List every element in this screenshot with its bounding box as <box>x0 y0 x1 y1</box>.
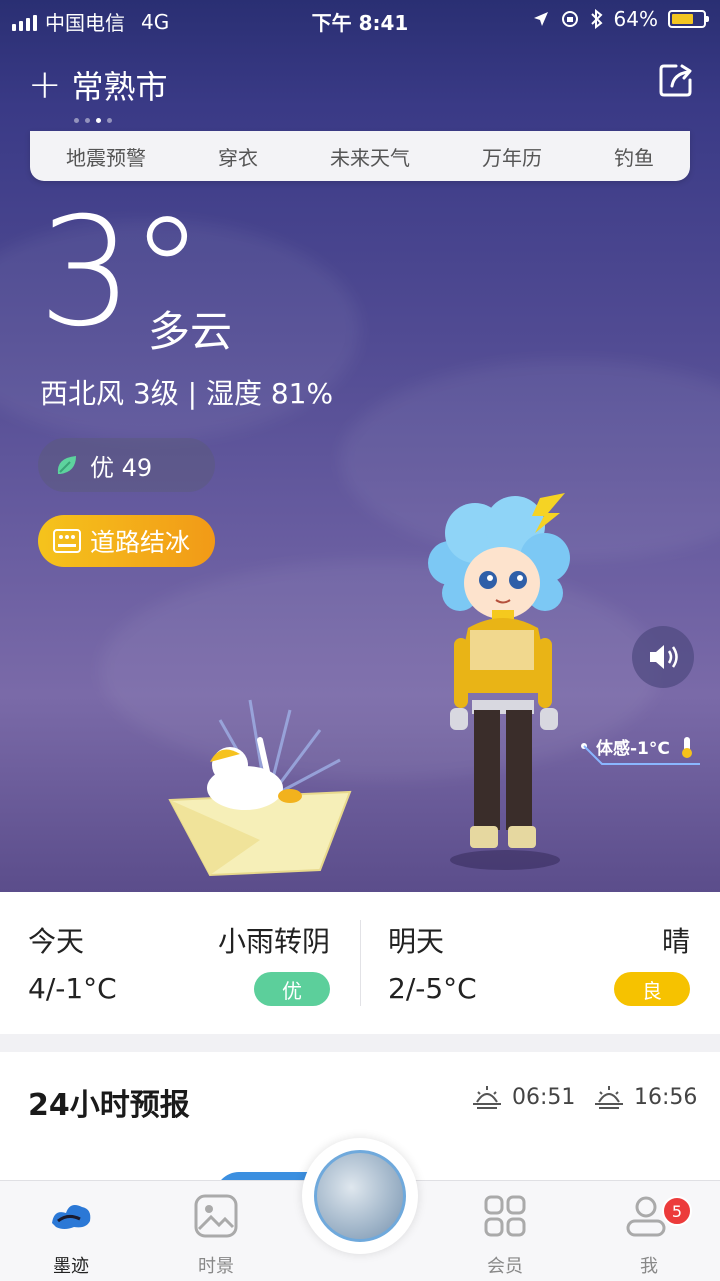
tomorrow-label: 明天 <box>388 925 445 958</box>
tomorrow-condition: 晴 <box>661 925 690 958</box>
notification-badge: 5 <box>662 1196 692 1226</box>
speaker-icon <box>650 645 678 669</box>
battery-percent: 64% <box>613 7 658 31</box>
cartoon-character <box>428 493 570 870</box>
today-aqi-badge: 优 <box>254 972 330 1006</box>
nav-me-label: 我 <box>640 1256 658 1277</box>
leaf-icon <box>57 456 76 474</box>
moji-logo-icon <box>52 1205 91 1229</box>
warning-label: 道路结冰 <box>90 528 191 557</box>
nav-scenery[interactable]: 时景 <box>171 1191 261 1278</box>
nav-member[interactable]: 会员 <box>460 1191 550 1278</box>
card-divider <box>360 920 361 1006</box>
sky-thumbnail <box>314 1150 406 1242</box>
today-summary[interactable]: 今天 小雨转阴 4/-1°C 优 <box>0 892 360 1034</box>
quick-link-fishing[interactable]: 钓鱼 <box>614 142 654 171</box>
sunrise-time: 06:51 <box>512 1084 576 1110</box>
photo-icon <box>194 1194 238 1238</box>
nav-scenery-label: 时景 <box>198 1256 234 1277</box>
center-scenery-button[interactable] <box>302 1138 418 1254</box>
boat-duck-illustration <box>168 699 352 877</box>
city-name[interactable]: 常熟市 <box>72 62 168 108</box>
aqi-pill[interactable]: 优 49 <box>38 438 215 492</box>
feels-like: 体感-1°C <box>596 734 698 759</box>
page-indicator <box>74 118 112 123</box>
location-arrow-icon <box>533 12 548 26</box>
wind-humidity: 西北风 3级 | 湿度 81% <box>40 377 334 410</box>
forecast-24h-title: 24小时预报 <box>28 1088 190 1123</box>
bluetooth-icon <box>590 9 603 29</box>
sunrise-icon <box>473 1086 501 1109</box>
quick-link-future-weather[interactable]: 未来天气 <box>330 142 410 171</box>
tomorrow-range: 2/-5°C <box>388 972 477 1005</box>
add-city-icon[interactable]: + <box>28 65 62 105</box>
aqi-label: 优 49 <box>90 453 153 482</box>
grid-icon <box>484 1195 526 1237</box>
tomorrow-summary[interactable]: 明天 晴 2/-5°C 良 <box>360 892 720 1034</box>
current-condition: 多云 <box>148 307 233 356</box>
warning-pill[interactable]: 道路结冰 <box>38 515 215 567</box>
sound-button[interactable] <box>632 626 694 688</box>
nav-moji-label: 墨迹 <box>53 1256 89 1277</box>
today-range: 4/-1°C <box>28 972 117 1005</box>
sunset-time: 16:56 <box>634 1084 698 1110</box>
battery-icon <box>668 10 709 28</box>
city-header[interactable]: + 常熟市 <box>28 62 168 108</box>
share-icon[interactable] <box>658 62 694 98</box>
today-condition: 小雨转阴 <box>217 925 330 958</box>
quick-link-clothing[interactable]: 穿衣 <box>218 142 258 171</box>
thermometer-icon <box>681 736 692 758</box>
nav-moji[interactable]: 墨迹 <box>26 1191 116 1278</box>
sunrise: 06:51 <box>472 1084 575 1110</box>
sunset: 16:56 <box>594 1084 697 1110</box>
nav-member-label: 会员 <box>487 1256 523 1277</box>
quick-links-bar: 地震预警 穿衣 未来天气 万年历 钓鱼 <box>30 131 690 181</box>
quick-link-calendar[interactable]: 万年历 <box>482 142 542 171</box>
tomorrow-aqi-badge: 良 <box>614 972 690 1006</box>
feels-like-label: 体感-1°C <box>596 739 670 759</box>
quick-link-earthquake[interactable]: 地震预警 <box>66 142 146 171</box>
ice-warning-icon <box>53 529 81 553</box>
sunset-icon <box>595 1086 623 1109</box>
status-bar: 中国电信 4G 下午 8:41 64% <box>0 0 720 40</box>
rotation-lock-icon <box>561 11 578 27</box>
today-label: 今天 <box>28 925 85 958</box>
